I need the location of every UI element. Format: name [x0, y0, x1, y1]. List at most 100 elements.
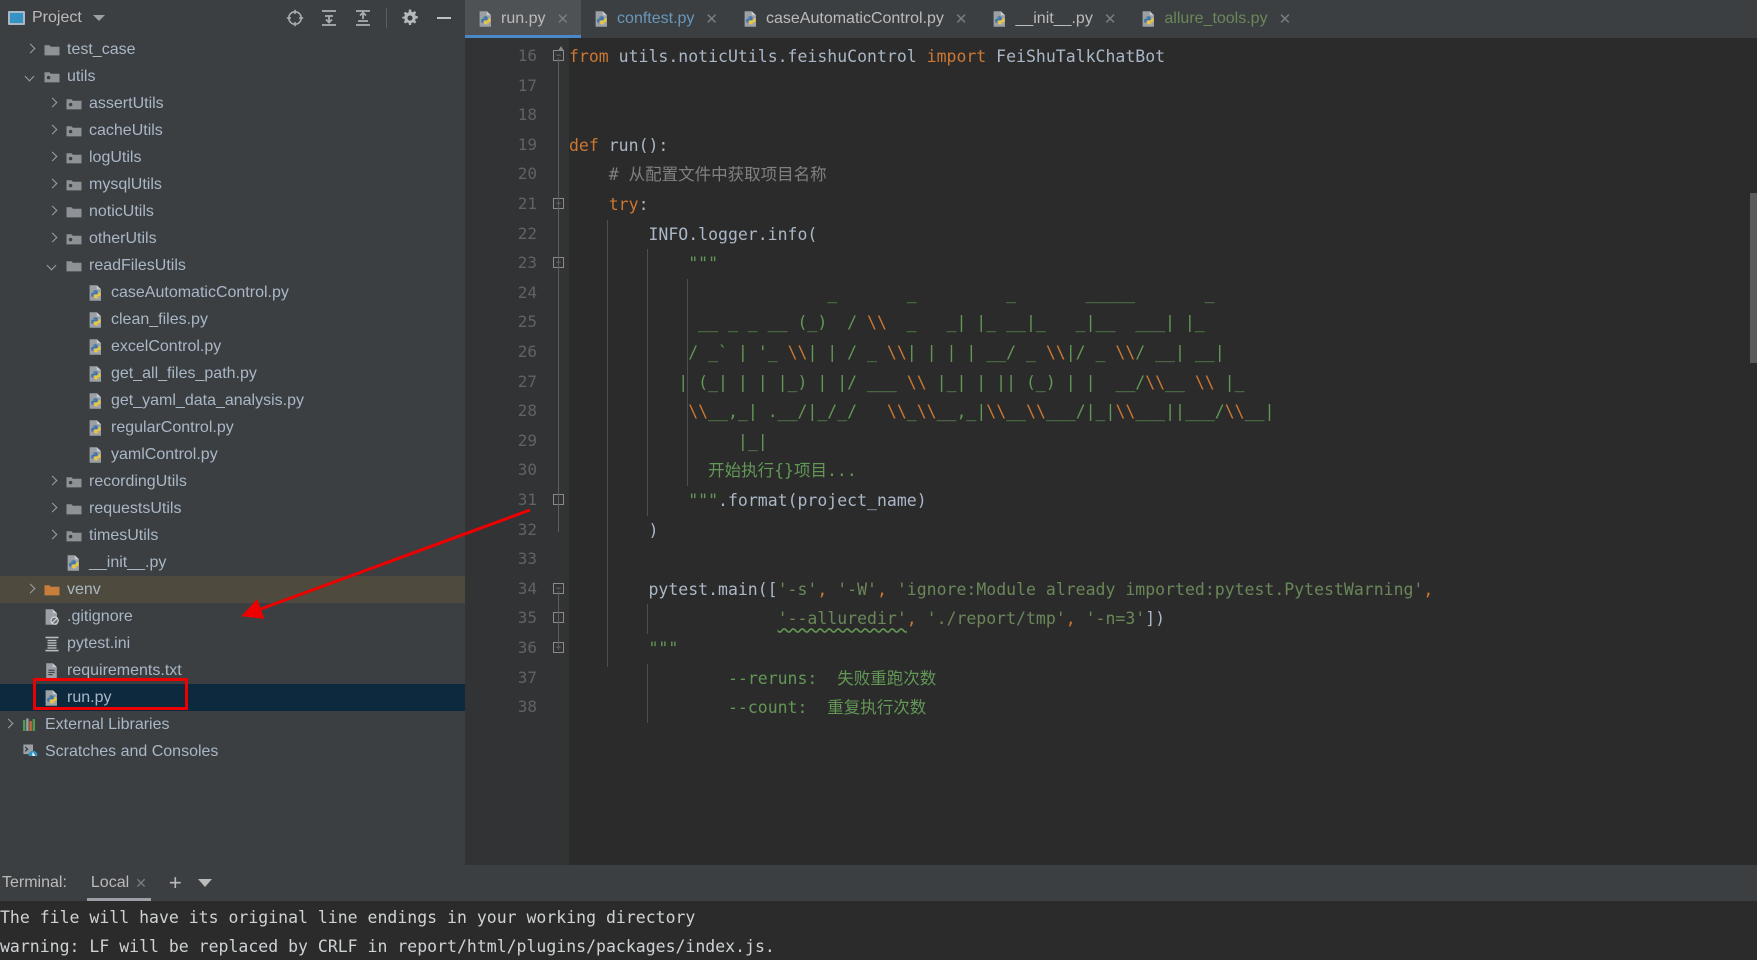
- code-line-38[interactable]: --count: 重复执行次数: [569, 693, 926, 723]
- close-icon[interactable]: ✕: [1279, 12, 1292, 27]
- source-code-text[interactable]: from utils.noticUtils.feishuControl impo…: [569, 38, 1757, 865]
- tree-item-yamlcontrol-py[interactable]: yamlControl.py: [0, 441, 465, 468]
- chevron-closed-icon[interactable]: [46, 502, 60, 516]
- tree-item-get-all-files-path-py[interactable]: get_all_files_path.py: [0, 360, 465, 387]
- tree-item-label: assertUtils: [89, 94, 164, 112]
- chevron-closed-icon[interactable]: [46, 151, 60, 165]
- code-line-24[interactable]: _ _ _ _____ _: [569, 279, 1214, 309]
- text-file-icon: [43, 662, 61, 680]
- collapse-all-icon[interactable]: [352, 7, 374, 29]
- code-line-36[interactable]: """: [569, 634, 678, 664]
- code-line-30[interactable]: 开始执行{}项目...: [569, 456, 857, 486]
- chevron-closed-icon[interactable]: [46, 529, 60, 543]
- editor-tab-conftest-py[interactable]: conftest.py ✕: [581, 0, 730, 38]
- python-file-icon: [742, 10, 759, 28]
- chevron-down-icon[interactable]: [197, 879, 212, 887]
- tree-item-get-yaml-data-analysis-py[interactable]: get_yaml_data_analysis.py: [0, 387, 465, 414]
- chevron-closed-icon[interactable]: [46, 97, 60, 111]
- toolbar-divider: [386, 8, 387, 28]
- tree-item-caseautomaticcontrol-py[interactable]: caseAutomaticControl.py: [0, 279, 465, 306]
- tree-item-pytest-ini[interactable]: pytest.ini: [0, 630, 465, 657]
- chevron-closed-icon[interactable]: [46, 232, 60, 246]
- code-line-34[interactable]: pytest.main(['-s', '-W', 'ignore:Module …: [569, 575, 1433, 605]
- locate-target-icon[interactable]: [284, 7, 306, 29]
- terminal-output[interactable]: The file will have its original line end…: [0, 901, 1757, 960]
- tree-item-assertutils[interactable]: assertUtils: [0, 90, 465, 117]
- chevron-closed-icon[interactable]: [24, 43, 38, 57]
- chevron-open-icon[interactable]: [46, 259, 60, 273]
- tree-item-clean-files-py[interactable]: clean_files.py: [0, 306, 465, 333]
- chevron-closed-icon[interactable]: [46, 475, 60, 489]
- tree-item-label: get_all_files_path.py: [111, 364, 257, 382]
- code-line-28[interactable]: \\__,_| .__/|_/_/ \\_\\__,_|\\__\\___/|_…: [569, 397, 1274, 427]
- tree-item-venv[interactable]: venv: [0, 576, 465, 603]
- tree-item--init-py[interactable]: __init__.py: [0, 549, 465, 576]
- python-file-icon: [65, 554, 83, 572]
- chevron-closed-icon[interactable]: [46, 124, 60, 138]
- chevron-closed-icon[interactable]: [46, 205, 60, 219]
- code-line-37[interactable]: --reruns: 失败重跑次数: [569, 664, 936, 694]
- tree-item-otherutils[interactable]: otherUtils: [0, 225, 465, 252]
- code-line-25[interactable]: __ _ _ __ (_) / \\ _ _| |_ __|_ _|__ ___…: [569, 308, 1205, 338]
- tree-item-utils[interactable]: utils: [0, 63, 465, 90]
- tree-item-timesutils[interactable]: timesUtils: [0, 522, 465, 549]
- tree-item-requestsutils[interactable]: requestsUtils: [0, 495, 465, 522]
- tree-item-scratches-and-consoles[interactable]: Scratches and Consoles: [0, 738, 465, 756]
- code-line-16[interactable]: from utils.noticUtils.feishuControl impo…: [569, 42, 1165, 72]
- code-editor[interactable]: 16 17 18 19 20 21 22 23 24 25 26 27 28 29 30 31 32 33 34 35…: [465, 38, 1757, 865]
- editor-tab-run-py[interactable]: run.py ✕: [465, 0, 582, 38]
- tree-item-logutils[interactable]: logUtils: [0, 144, 465, 171]
- code-fold-region-line: [558, 265, 559, 532]
- chevron-closed-icon[interactable]: [46, 178, 60, 192]
- tree-item-excelcontrol-py[interactable]: excelControl.py: [0, 333, 465, 360]
- close-icon[interactable]: ✕: [135, 875, 147, 892]
- code-folding-gutter[interactable]: −−−−−: [547, 38, 569, 865]
- tree-item-mysqlutils[interactable]: mysqlUtils: [0, 171, 465, 198]
- chevron-closed-icon[interactable]: [24, 583, 38, 597]
- project-file-tree[interactable]: test_caseutils assertUtils cacheUtils logUt…: [0, 36, 465, 756]
- editor-tab-allure-tools-py[interactable]: allure_tools.py ✕: [1128, 0, 1303, 38]
- plus-icon[interactable]: +: [159, 872, 192, 894]
- editor-tab--init-py[interactable]: __init__.py ✕: [979, 0, 1128, 38]
- tree-item-readfilesutils[interactable]: readFilesUtils: [0, 252, 465, 279]
- tree-item-label: __init__.py: [89, 553, 167, 571]
- code-fold-region-line: [558, 590, 559, 650]
- scratches-icon: [21, 743, 39, 756]
- code-line-27[interactable]: | (_| | | |_) | |/ ___ \\ |_| | || (_) |…: [569, 368, 1244, 398]
- code-line-19[interactable]: def run():: [569, 131, 668, 161]
- indent-guide: [647, 663, 648, 723]
- chevron-closed-icon[interactable]: [2, 718, 16, 732]
- minimize-icon[interactable]: [433, 7, 455, 29]
- terminal-header: Terminal: Local ✕ +: [0, 865, 1757, 901]
- close-icon[interactable]: ✕: [705, 12, 718, 27]
- code-line-32[interactable]: ): [569, 516, 658, 546]
- close-icon[interactable]: ✕: [1104, 12, 1117, 27]
- code-line-20[interactable]: # 从配置文件中获取项目名称: [569, 160, 827, 190]
- chevron-open-icon[interactable]: [24, 70, 38, 84]
- terminal-tab-local[interactable]: Local ✕: [79, 865, 159, 901]
- tree-item--gitignore[interactable]: .gitignore: [0, 603, 465, 630]
- code-line-26[interactable]: / _` | '_ \\| | / _ \\| | | | __/ _ \\|/…: [569, 338, 1224, 368]
- code-line-23[interactable]: """: [569, 249, 718, 279]
- tree-item-external-libraries[interactable]: External Libraries: [0, 711, 465, 738]
- code-line-21[interactable]: try:: [569, 190, 649, 220]
- tree-item-recordingutils[interactable]: recordingUtils: [0, 468, 465, 495]
- tree-item-test-case[interactable]: test_case: [0, 36, 465, 63]
- tree-item-cacheutils[interactable]: cacheUtils: [0, 117, 465, 144]
- tree-item-label: utils: [67, 67, 96, 85]
- editor-vertical-scrollbar[interactable]: [1750, 193, 1757, 363]
- code-line-31[interactable]: """.format(project_name): [569, 486, 926, 516]
- close-icon[interactable]: ✕: [955, 12, 968, 27]
- tree-item-noticutils[interactable]: noticUtils: [0, 198, 465, 225]
- line-number: 21: [517, 194, 537, 213]
- expand-all-icon[interactable]: [318, 7, 340, 29]
- chevron-down-icon[interactable]: [92, 15, 105, 21]
- code-line-35[interactable]: '--alluredir', './report/tmp', '-n=3']): [569, 604, 1165, 634]
- gear-icon[interactable]: [399, 7, 421, 29]
- editor-tab-caseautomaticcontrol-py[interactable]: caseAutomaticControl.py ✕: [730, 0, 979, 38]
- editor-tab-bar[interactable]: run.py ✕ conftest.py ✕ caseAutomaticControl.…: [465, 0, 1757, 38]
- tree-item-regularcontrol-py[interactable]: regularControl.py: [0, 414, 465, 441]
- code-line-29[interactable]: |_|: [569, 427, 768, 457]
- close-icon[interactable]: ✕: [556, 12, 569, 27]
